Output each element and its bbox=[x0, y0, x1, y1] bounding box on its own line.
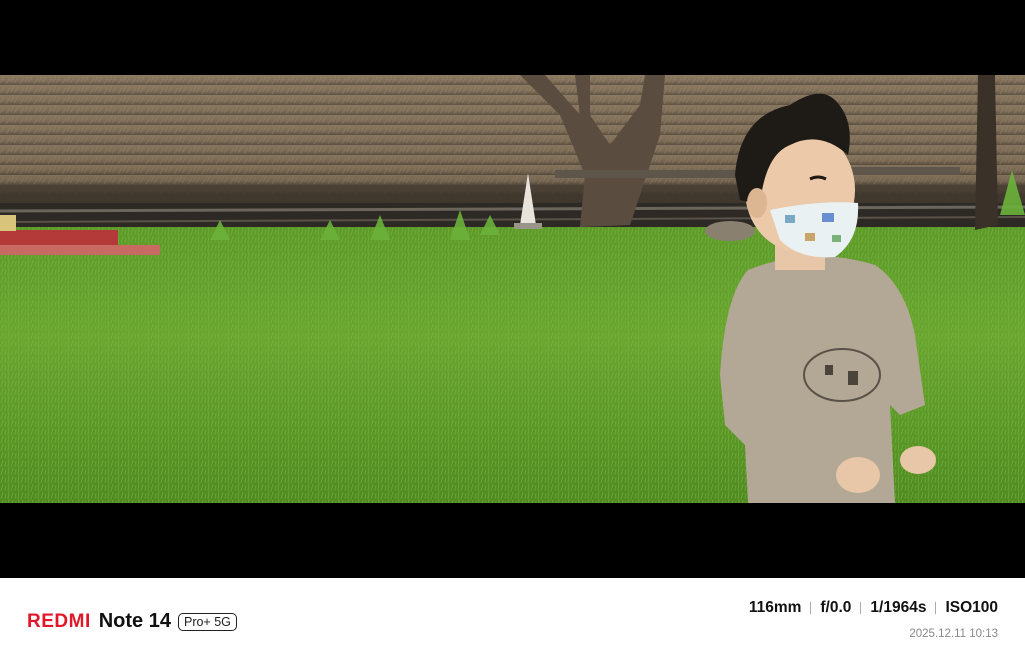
watermark-bar: REDMI Note 14 Pro+ 5G 116mm f/0.0 1/1964… bbox=[0, 578, 1025, 664]
capture-datetime: 2025.12.11 10:13 bbox=[909, 628, 998, 640]
separator bbox=[860, 602, 862, 614]
photo bbox=[0, 75, 1025, 503]
exif-specs: 116mm f/0.0 1/1964s ISO100 bbox=[749, 599, 998, 617]
letterbox-bottom bbox=[0, 503, 1025, 578]
model-name: Note 14 bbox=[98, 610, 171, 632]
iso: ISO100 bbox=[945, 599, 998, 616]
focal-length: 116mm bbox=[748, 599, 802, 616]
red-bench bbox=[0, 230, 118, 246]
photo-scene bbox=[0, 75, 1025, 503]
photo-frame: REDMI Note 14 Pro+ 5G 116mm f/0.0 1/1964… bbox=[0, 0, 1025, 664]
brand-block: REDMI Note 14 Pro+ 5G bbox=[27, 610, 237, 633]
letterbox-top bbox=[0, 0, 1025, 75]
brand-logo: REDMI bbox=[27, 610, 91, 632]
tree-trunk-right bbox=[975, 75, 998, 230]
separator bbox=[935, 602, 937, 614]
aperture: f/0.0 bbox=[820, 599, 852, 616]
shutter-speed: 1/1964s bbox=[870, 599, 927, 616]
separator bbox=[810, 602, 812, 614]
edition-badge: Pro+ 5G bbox=[177, 612, 237, 631]
